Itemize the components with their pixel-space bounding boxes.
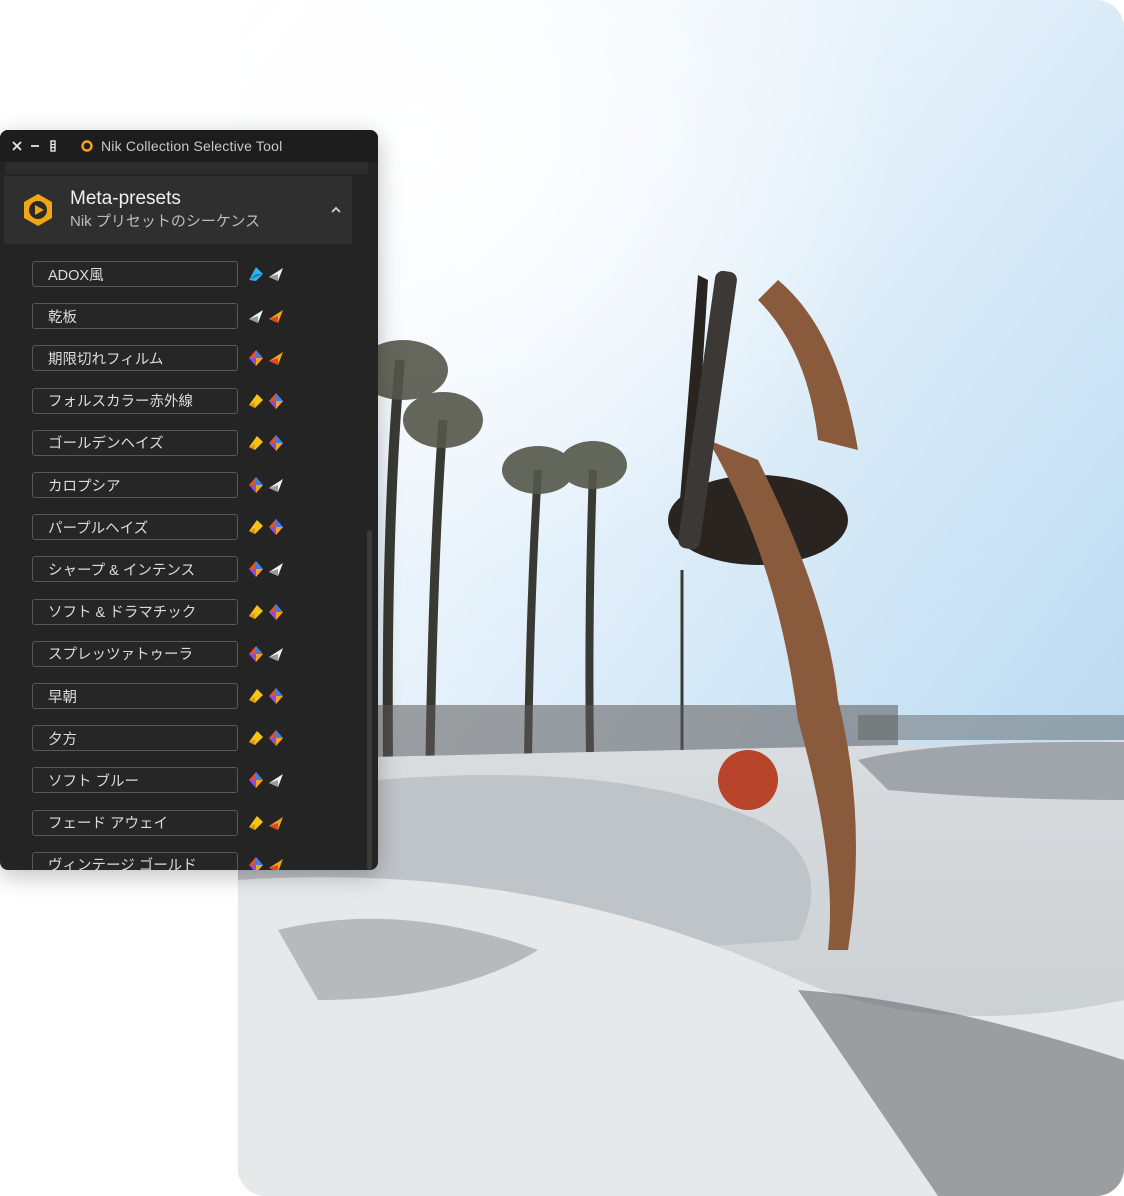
plugin-icons [246,433,286,453]
preset-button[interactable]: ソフト & ドラマチック [32,598,238,625]
plugin-white-icon [269,479,283,492]
preset-button[interactable]: パープルヘイズ [32,514,238,541]
preset-row[interactable]: 期限切れフィルム [32,344,292,372]
preset-row[interactable]: フェード アウェイ [32,809,292,837]
plugin-multi-icon [269,519,283,536]
plugin-multi-icon [269,603,283,620]
preset-row[interactable]: 夕方 [32,724,292,752]
stage: Nik Collection Selective Tool Meta-prese… [0,0,1124,1196]
plugin-multi-icon [249,477,263,493]
section-subtitle: Nik プリセットのシーケンス [70,213,261,230]
plugin-white-icon [269,774,283,788]
plugin-icons [246,686,286,706]
plugin-multi-icon [269,434,283,451]
preset-row[interactable]: ソフト & ドラマチック [32,598,292,626]
plugin-yellow-icon [249,689,263,703]
preset-row[interactable]: カロプシア [32,471,292,499]
plugin-multi-icon [249,772,263,789]
plugin-multi-icon [269,730,283,747]
plugin-icons [246,517,286,537]
plugin-multi-icon [269,688,283,704]
scrollbar[interactable] [367,530,372,870]
plugin-yellow-icon [249,520,263,535]
preset-button[interactable]: ADOX風 [32,261,238,287]
plugin-multi-icon [249,561,263,578]
preset-row[interactable]: 早朝 [32,682,292,710]
plugin-yellow-icon [249,604,263,619]
plugin-yellow-icon [249,731,263,746]
plugin-orange-icon [269,816,283,830]
close-icon[interactable] [11,140,23,152]
plugin-orange-icon [269,310,283,324]
plugin-icons [246,728,286,748]
section-title: Meta-presets [70,188,181,209]
plugin-orange-icon [269,858,283,870]
minimize-icon[interactable] [29,140,41,152]
plugin-multi-icon [249,645,263,662]
collapsed-section-strip [6,162,368,174]
plugin-icons [246,644,286,664]
preset-button[interactable]: 夕方 [32,725,238,752]
window-title: Nik Collection Selective Tool [81,138,282,154]
plugin-orange-icon [269,352,283,366]
plugin-icons [246,348,286,368]
window-title-text: Nik Collection Selective Tool [101,138,283,154]
plugin-multi-icon [249,856,263,870]
plugin-yellow-icon [249,435,263,450]
preset-row[interactable]: フォルスカラー赤外線 [32,387,292,415]
preset-button[interactable]: 乾板 [32,303,238,330]
preset-button[interactable]: フェード アウェイ [32,809,238,836]
preset-button[interactable]: シャープ & インテンス [32,556,238,583]
title-bar[interactable]: Nik Collection Selective Tool [0,130,378,162]
plugin-white-icon [269,268,283,281]
plugin-white-icon [269,563,283,577]
plugin-blue-icon [249,267,263,281]
plugin-icons [246,391,286,411]
preset-row[interactable]: シャープ & インテンス [32,555,292,583]
plugin-icons [246,559,286,579]
preset-row[interactable]: ソフト ブルー [32,766,292,794]
preset-button[interactable]: 期限切れフィルム [32,345,238,372]
plugin-icons [246,475,286,495]
chevron-up-icon[interactable] [328,202,344,218]
plugin-multi-icon [249,350,263,367]
selective-tool-panel: Nik Collection Selective Tool Meta-prese… [0,130,378,870]
plugin-icons [246,264,286,284]
plugin-icons [246,306,286,326]
more-icon[interactable] [47,140,59,152]
nik-logo-icon [81,140,93,152]
preset-button[interactable]: ソフト ブルー [32,767,238,794]
preset-button[interactable]: ゴールデンヘイズ [32,429,238,456]
plugin-white-icon [249,310,263,324]
plugin-icons [246,855,286,870]
preset-button[interactable]: カロプシア [32,472,238,498]
plugin-icons [246,813,286,833]
plugin-yellow-icon [249,815,263,830]
preset-row[interactable]: スプレッツァトゥーラ [32,640,292,668]
meta-presets-header[interactable]: Meta-presets Nik プリセットのシーケンス [4,176,352,244]
preset-row[interactable]: ADOX風 [32,260,292,288]
plugin-multi-icon [269,392,283,409]
preset-button[interactable]: フォルスカラー赤外線 [32,387,238,414]
preset-row[interactable]: 乾板 [32,302,292,330]
preset-button[interactable]: ヴィンテージ ゴールド [32,851,238,870]
preset-row[interactable]: ヴィンテージ ゴールド [32,851,292,870]
meta-presets-icon [24,194,52,226]
plugin-icons [246,770,286,790]
plugin-icons [246,602,286,622]
plugin-yellow-icon [249,393,263,408]
preset-button[interactable]: スプレッツァトゥーラ [32,640,238,667]
preset-row[interactable]: ゴールデンヘイズ [32,429,292,457]
preset-button[interactable]: 早朝 [32,683,238,709]
preset-row[interactable]: パープルヘイズ [32,513,292,541]
plugin-white-icon [269,647,283,661]
